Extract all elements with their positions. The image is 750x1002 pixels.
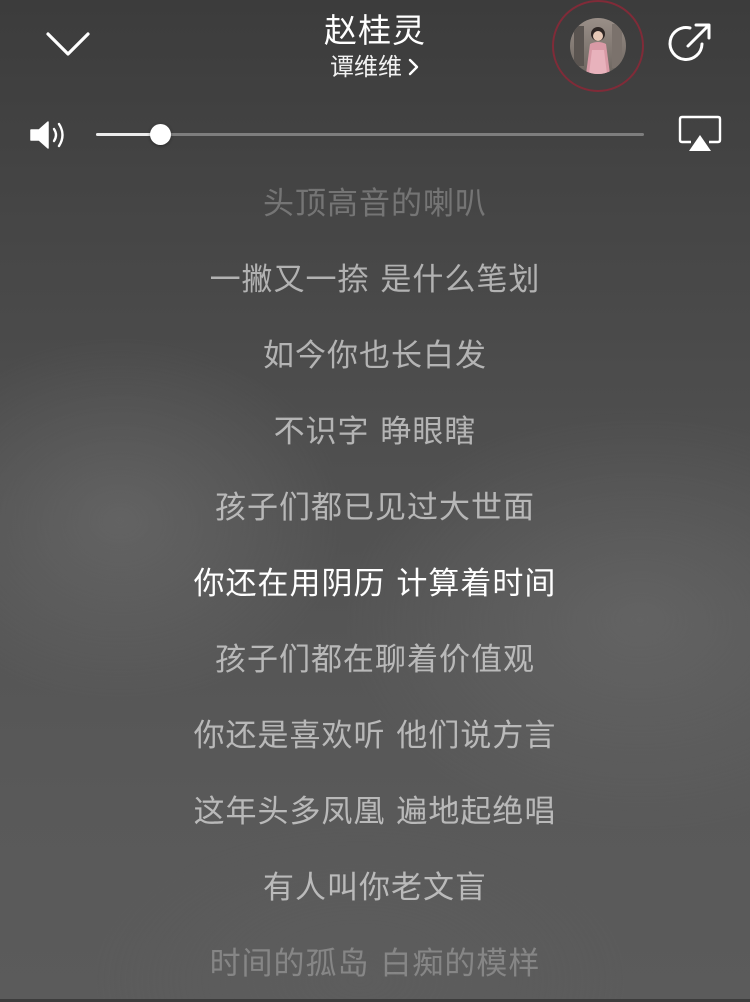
- lyrics-list: 头顶高音的喇叭 一撇又一捺 是什么笔划 如今你也长白发 不识字 睁眼瞎 孩子们都已见过大…: [0, 166, 750, 1002]
- collapse-button[interactable]: [38, 18, 98, 68]
- avatar: [570, 18, 626, 74]
- lyric-line[interactable]: 头顶高音的喇叭: [0, 166, 750, 242]
- airplay-button[interactable]: [678, 114, 722, 154]
- volume-knob[interactable]: [150, 124, 172, 145]
- lyric-line[interactable]: 孩子们都在聊着价值观: [0, 622, 750, 698]
- chevron-right-icon: [408, 58, 419, 76]
- lyric-line[interactable]: 有人叫你老文盲: [0, 850, 750, 926]
- lyric-line[interactable]: 如今你也长白发: [0, 318, 750, 394]
- artist-name: 谭维维: [330, 53, 402, 81]
- share-icon: [668, 23, 711, 61]
- share-button[interactable]: [664, 18, 716, 70]
- lyric-line[interactable]: 孩子们都已见过大世面: [0, 470, 750, 546]
- volume-row: [0, 110, 750, 160]
- speaker-icon[interactable]: [28, 118, 70, 152]
- lyric-line-current[interactable]: 你还在用阴历 计算着时间: [0, 546, 750, 622]
- airplay-icon: [678, 115, 722, 151]
- lyric-line[interactable]: 不识字 睁眼瞎: [0, 394, 750, 470]
- artist-avatar-button[interactable]: [552, 0, 644, 92]
- lyric-line[interactable]: 你还是喜欢听 他们说方言: [0, 698, 750, 774]
- lyric-line[interactable]: 一撇又一捺 是什么笔划: [0, 242, 750, 318]
- title-block: 赵桂灵 谭维维: [175, 10, 575, 82]
- volume-slider[interactable]: [96, 124, 644, 145]
- lyric-line[interactable]: 时间的孤岛 白痴的模样: [0, 926, 750, 1002]
- player-header: 赵桂灵 谭维维: [0, 0, 750, 100]
- lyric-line[interactable]: 这年头多凤凰 遍地起绝唱: [0, 774, 750, 850]
- chevron-down-icon: [46, 32, 90, 56]
- artist-link[interactable]: 谭维维: [330, 52, 420, 82]
- song-title: 赵桂灵: [324, 11, 426, 50]
